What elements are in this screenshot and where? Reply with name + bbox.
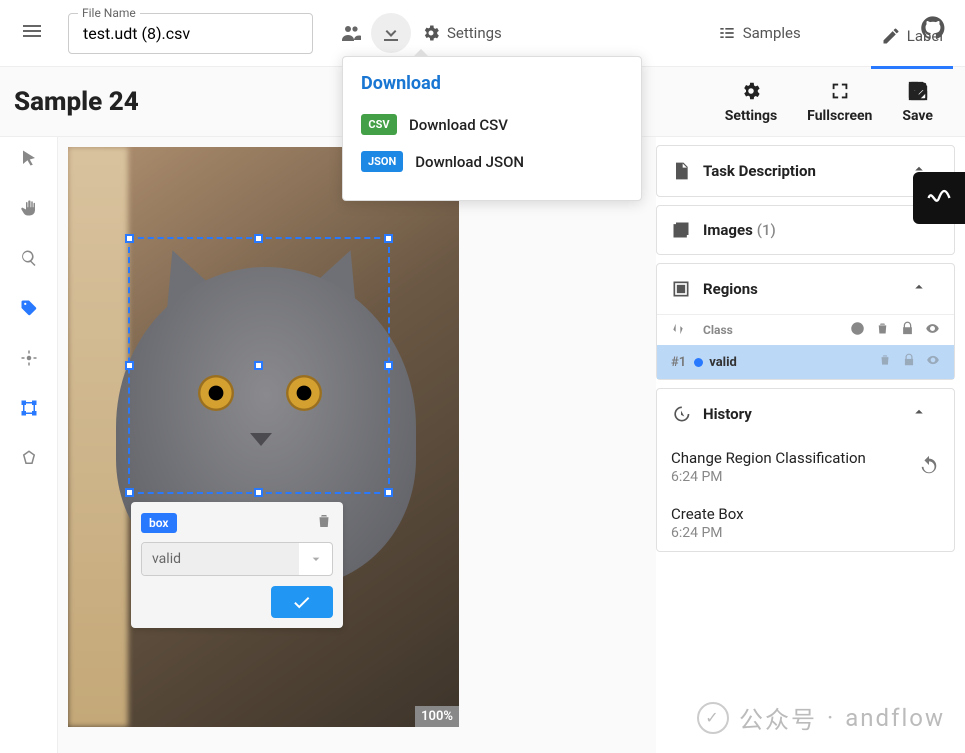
lock-icon[interactable] bbox=[900, 321, 915, 339]
resize-handle[interactable] bbox=[254, 488, 263, 497]
resize-handle[interactable] bbox=[125, 361, 134, 370]
region-row[interactable]: #1 valid bbox=[657, 345, 954, 379]
pan-tool-icon[interactable] bbox=[20, 199, 38, 221]
undo-icon[interactable] bbox=[918, 454, 940, 480]
history-item: Create Box 6:24 PM bbox=[657, 495, 954, 551]
lock-icon[interactable] bbox=[902, 353, 916, 371]
resize-handle[interactable] bbox=[254, 234, 263, 243]
resize-handle[interactable] bbox=[384, 488, 393, 497]
download-dropdown: Download CSV Download CSV JSON Download … bbox=[342, 56, 642, 201]
resize-handle[interactable] bbox=[254, 361, 263, 370]
github-icon[interactable] bbox=[919, 14, 947, 46]
watermark: ✓ 公众号 · andflow bbox=[697, 700, 945, 735]
resize-handle[interactable] bbox=[125, 488, 134, 497]
point-tool-icon[interactable] bbox=[20, 349, 38, 371]
history-item: Change Region Classification 6:24 PM bbox=[657, 439, 954, 495]
zoom-tool-icon[interactable] bbox=[20, 249, 38, 271]
resize-handle[interactable] bbox=[384, 361, 393, 370]
download-json-item[interactable]: JSON Download JSON bbox=[343, 143, 641, 180]
region-editor-popup: box valid bbox=[131, 502, 343, 628]
samples-tab[interactable]: Samples bbox=[707, 17, 811, 49]
download-icon[interactable] bbox=[371, 13, 411, 53]
canvas-area[interactable]: box valid 100% bbox=[58, 137, 656, 753]
class-select-value: valid bbox=[142, 543, 298, 575]
region-color-dot bbox=[694, 358, 703, 367]
images-panel[interactable]: Images (1) bbox=[657, 206, 954, 254]
class-select[interactable]: valid bbox=[141, 542, 333, 576]
history-panel[interactable]: History bbox=[657, 389, 954, 439]
download-csv-item[interactable]: CSV Download CSV bbox=[343, 106, 641, 143]
zoom-level: 100% bbox=[415, 706, 459, 727]
samples-label: Samples bbox=[743, 24, 801, 42]
bounding-box[interactable] bbox=[128, 237, 390, 494]
menu-icon[interactable] bbox=[12, 11, 52, 55]
chevron-up-icon bbox=[910, 278, 940, 300]
fullscreen-action[interactable]: Fullscreen bbox=[807, 80, 872, 124]
eye-icon[interactable] bbox=[925, 321, 940, 339]
class-column-header: Class bbox=[703, 323, 733, 337]
chevron-up-icon bbox=[910, 403, 940, 425]
region-type-chip: box bbox=[141, 513, 177, 533]
page-title: Sample 24 bbox=[14, 87, 139, 117]
chart-icon[interactable] bbox=[850, 321, 865, 339]
resize-handle[interactable] bbox=[384, 234, 393, 243]
side-widget-icon[interactable] bbox=[913, 172, 965, 224]
delete-region-icon[interactable] bbox=[315, 512, 333, 534]
collaborators-icon[interactable] bbox=[331, 13, 371, 53]
settings-action[interactable]: Settings bbox=[725, 80, 777, 124]
settings-label: Settings bbox=[447, 24, 502, 42]
regions-panel[interactable]: Regions bbox=[657, 264, 954, 314]
tag-tool-icon[interactable] bbox=[20, 299, 38, 321]
settings-button[interactable]: Settings bbox=[411, 17, 512, 49]
sort-icon[interactable] bbox=[671, 322, 685, 339]
filename-label: File Name bbox=[78, 6, 140, 20]
box-tool-icon[interactable] bbox=[20, 399, 38, 421]
resize-handle[interactable] bbox=[125, 234, 134, 243]
eye-icon[interactable] bbox=[926, 353, 940, 371]
polygon-tool-icon[interactable] bbox=[20, 449, 38, 471]
sample-image[interactable]: box valid 100% bbox=[68, 147, 459, 727]
select-tool-icon[interactable] bbox=[20, 149, 38, 171]
save-action[interactable]: Save bbox=[902, 80, 933, 124]
trash-icon[interactable] bbox=[875, 321, 890, 339]
confirm-button[interactable] bbox=[271, 586, 333, 618]
chevron-down-icon bbox=[298, 543, 332, 575]
dropdown-title: Download bbox=[343, 73, 641, 106]
task-description-panel[interactable]: Task Description bbox=[657, 146, 954, 196]
trash-icon[interactable] bbox=[878, 353, 892, 371]
